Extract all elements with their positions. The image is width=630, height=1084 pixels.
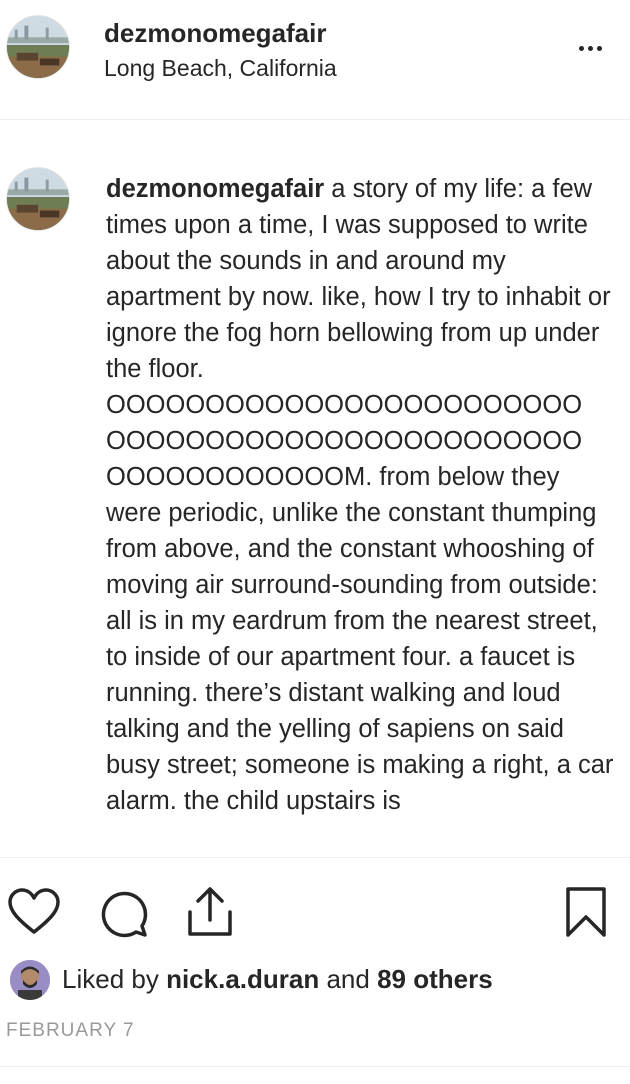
liker-username[interactable]: nick.a.duran: [166, 964, 319, 994]
share-icon[interactable]: [186, 886, 234, 938]
post-date[interactable]: FEBRUARY 7: [6, 1020, 135, 1042]
comment-icon[interactable]: [98, 888, 148, 938]
likes-joiner: and: [319, 964, 378, 994]
more-options-button[interactable]: [572, 30, 608, 66]
caption-body: a story of my life: a few times upon a t…: [106, 175, 614, 815]
caption-username[interactable]: dezmonomegafair: [106, 175, 324, 203]
more-dot-icon: [578, 45, 584, 51]
heart-icon[interactable]: [8, 888, 60, 936]
caption-area: dezmonomegafair a story of my life: a fe…: [0, 121, 630, 856]
likes-others-link[interactable]: 89 others: [377, 964, 493, 994]
post-header: dezmonomegafair Long Beach, California: [0, 0, 630, 120]
more-dot-icon: [587, 45, 593, 51]
action-bar: [0, 857, 630, 957]
post-location[interactable]: Long Beach, California: [104, 55, 337, 82]
likes-summary: Liked by nick.a.duran and 89 others: [62, 964, 493, 995]
profile-username[interactable]: dezmonomegafair: [104, 18, 327, 49]
liker-avatar[interactable]: [10, 960, 50, 1000]
bookmark-icon[interactable]: [564, 886, 608, 938]
more-dot-icon: [596, 45, 602, 51]
profile-avatar[interactable]: [6, 15, 70, 79]
caption-avatar[interactable]: [6, 167, 70, 231]
divider: [0, 1066, 630, 1067]
caption-text: dezmonomegafair a story of my life: a fe…: [106, 171, 621, 819]
likes-prefix: Liked by: [62, 964, 167, 994]
likes-row: Liked by nick.a.duran and 89 others: [0, 958, 630, 1002]
